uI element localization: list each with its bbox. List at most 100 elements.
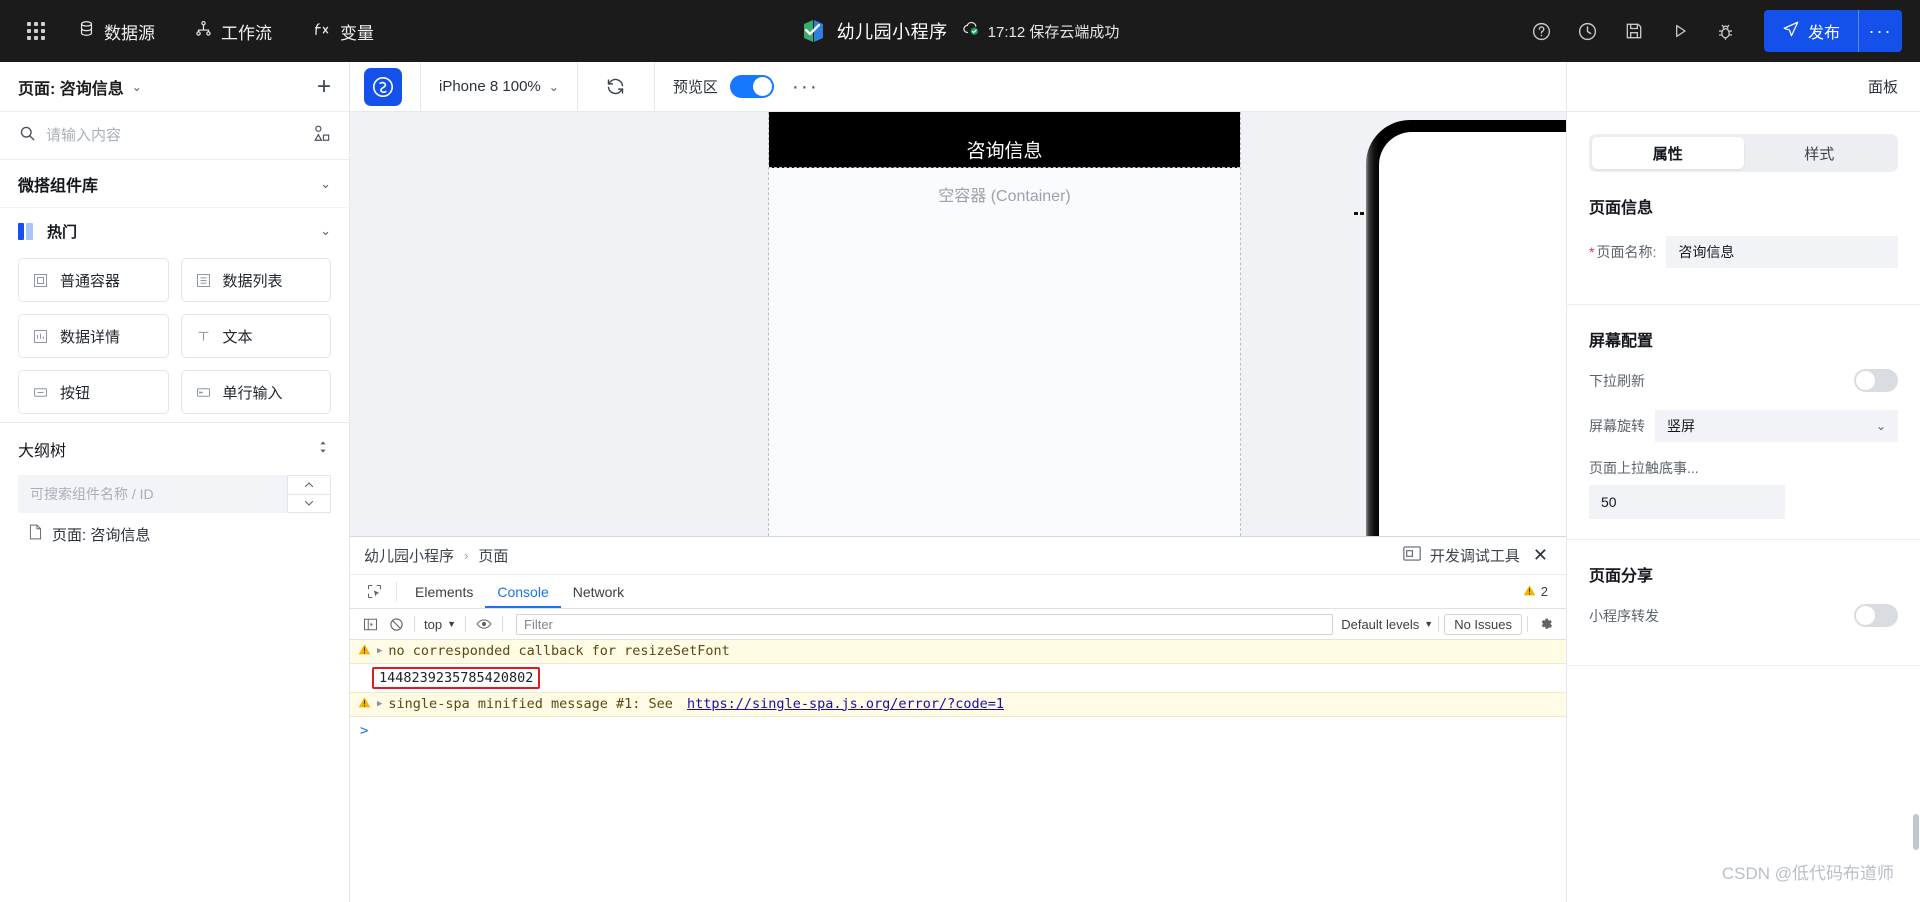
console-log-row[interactable]: ▶ single-spa minified message #1: See ht…	[350, 692, 1566, 717]
field-page-name: * 页面名称:	[1589, 236, 1898, 268]
menu-item-workflow[interactable]: 工作流	[175, 0, 292, 62]
chevron-down-icon: ⌄	[131, 79, 142, 94]
field-page-name-text: 页面名称:	[1596, 244, 1657, 260]
console-log-message: single-spa minified message #1: See	[388, 695, 682, 712]
menu-item-workflow-label: 工作流	[221, 23, 272, 43]
component-card-label: 单行输入	[222, 384, 283, 402]
devtools-panel-label: 开发调试工具	[1429, 548, 1520, 565]
preview-run-icon[interactable]	[1658, 9, 1702, 53]
tab-network[interactable]: Network	[561, 575, 636, 608]
devtools-window-icon	[1403, 545, 1421, 566]
field-miniprogram-forward-label: 小程序转发	[1589, 607, 1659, 624]
container-icon	[33, 273, 48, 288]
outline-tree-title: 大纲树	[18, 443, 67, 460]
center-panel: iPhone 8 100% ⌄ 预览区 ··· 咨询信息 空容器 (Contai…	[350, 61, 1566, 902]
tab-properties[interactable]: 属性	[1592, 137, 1744, 169]
component-card-button[interactable]: 按钮	[18, 370, 169, 414]
tree-item-page[interactable]: 页面: 咨询信息	[0, 513, 349, 555]
console-sidebar-toggle-icon[interactable]	[357, 611, 383, 637]
field-page-name-label: * 页面名称:	[1589, 242, 1656, 262]
section-screen-config: 屏幕配置 下拉刷新 屏幕旋转 竖屏 ⌄ 页面上拉触底事...	[1567, 305, 1920, 540]
warning-count-badge[interactable]: 2	[1515, 582, 1556, 602]
page-title: 页面: 咨询信息	[18, 80, 124, 98]
chevron-down-icon: ⌄	[548, 79, 559, 94]
preview-area-toggle[interactable]	[729, 75, 774, 98]
close-icon[interactable]: ✕	[1529, 545, 1552, 566]
help-icon[interactable]	[1520, 9, 1564, 53]
breadcrumb-page[interactable]: 页面	[478, 545, 508, 566]
simulator-page-header: 咨询信息	[769, 112, 1240, 168]
component-card-data-list[interactable]: 数据列表	[180, 258, 331, 302]
search-input[interactable]	[46, 127, 302, 144]
inspect-element-icon[interactable]	[358, 575, 390, 608]
section-page-share-title: 页面分享	[1589, 568, 1654, 585]
warning-triangle-icon	[358, 643, 371, 660]
panel-toggle-label[interactable]: 面板	[1868, 76, 1898, 97]
menu-item-datasource[interactable]: 数据源	[58, 0, 175, 62]
grid-apps-icon[interactable]	[14, 0, 58, 62]
issues-button[interactable]: No Issues	[1444, 613, 1522, 635]
component-card-label: 数据详情	[60, 328, 121, 346]
console-prompt[interactable]: >	[350, 717, 1566, 745]
hot-category-icon	[18, 222, 35, 240]
component-card-data-detail[interactable]: 数据详情	[18, 314, 169, 358]
left-panel: 页面: 咨询信息 ⌄ + 微搭组件库 ⌄	[0, 62, 350, 902]
history-icon[interactable]	[1566, 9, 1610, 53]
outline-search-prev-button[interactable]	[288, 476, 330, 494]
component-shapes-icon[interactable]	[312, 124, 331, 148]
console-context-selector[interactable]: top ▼	[420, 617, 460, 632]
pull-refresh-toggle[interactable]	[1854, 369, 1898, 392]
pull-bottom-distance-input[interactable]	[1589, 485, 1785, 519]
wechat-miniprogram-icon[interactable]	[364, 67, 402, 106]
console-log-link[interactable]: https://single-spa.js.org/error/?code=1	[687, 696, 1004, 712]
tab-console[interactable]: Console	[485, 575, 560, 608]
right-panel-scrollbar[interactable]	[1913, 814, 1919, 850]
device-selector[interactable]: iPhone 8 100% ⌄	[439, 78, 559, 95]
toolbar-separator	[465, 616, 466, 632]
console-log-row[interactable]: 1448239235785420802	[350, 663, 1566, 693]
console-levels-selector[interactable]: Default levels ▼	[1341, 617, 1433, 632]
component-card-single-input[interactable]: 单行输入	[180, 370, 331, 414]
clear-console-icon[interactable]	[383, 611, 409, 637]
publish-button[interactable]: 发布	[1763, 10, 1858, 52]
field-miniprogram-forward: 小程序转发	[1589, 604, 1898, 627]
breadcrumb-project[interactable]: 幼儿园小程序	[364, 545, 454, 566]
refresh-icon[interactable]	[596, 67, 636, 107]
expand-arrow-icon[interactable]: ▶	[377, 643, 382, 656]
section-component-library[interactable]: 微搭组件库 ⌄	[0, 160, 349, 208]
tab-styles[interactable]: 样式	[1744, 137, 1896, 169]
page-selector[interactable]: 页面: 咨询信息 ⌄ +	[0, 62, 349, 112]
canvas-more-button[interactable]: ···	[792, 76, 819, 97]
live-expression-eye-icon[interactable]	[471, 611, 497, 637]
breadcrumb-separator: ›	[464, 548, 469, 563]
add-page-button[interactable]: +	[317, 74, 331, 99]
outline-search-next-button[interactable]	[288, 493, 330, 513]
console-log-list[interactable]: ▶ no corresponded callback for resizeSet…	[350, 640, 1566, 902]
miniprogram-forward-toggle[interactable]	[1854, 604, 1898, 627]
expand-collapse-icon[interactable]	[315, 439, 331, 460]
publish-more-button[interactable]: ···	[1858, 10, 1902, 52]
save-icon[interactable]	[1612, 9, 1656, 53]
expand-arrow-icon[interactable]: ▶	[377, 696, 382, 709]
warning-triangle-icon	[358, 696, 371, 713]
component-card-container[interactable]: 普通容器	[18, 258, 169, 302]
section-hot[interactable]: 热门 ⌄	[0, 208, 349, 254]
component-card-text[interactable]: 文本	[180, 314, 331, 358]
button-icon	[33, 385, 48, 400]
warning-count-label: 2	[1540, 584, 1548, 599]
menu-item-variable[interactable]: 变量	[292, 0, 394, 62]
input-icon	[196, 385, 211, 400]
tab-divider	[396, 582, 397, 601]
top-bar-left: 数据源 工作流 变量	[0, 0, 394, 62]
page-name-input[interactable]	[1666, 236, 1898, 268]
debug-icon[interactable]	[1704, 9, 1748, 53]
gear-icon[interactable]	[1533, 611, 1559, 637]
outline-search-input[interactable]	[30, 486, 275, 502]
console-log-row[interactable]: ▶ no corresponded callback for resizeSet…	[350, 640, 1566, 664]
screen-rotation-select[interactable]: 竖屏 ⌄	[1655, 410, 1898, 442]
section-screen-config-title: 屏幕配置	[1589, 333, 1654, 350]
console-filter-input[interactable]	[516, 613, 1334, 635]
tab-elements[interactable]: Elements	[403, 575, 485, 608]
section-page-info-title: 页面信息	[1589, 200, 1654, 217]
toolbar-separator	[1527, 616, 1528, 632]
